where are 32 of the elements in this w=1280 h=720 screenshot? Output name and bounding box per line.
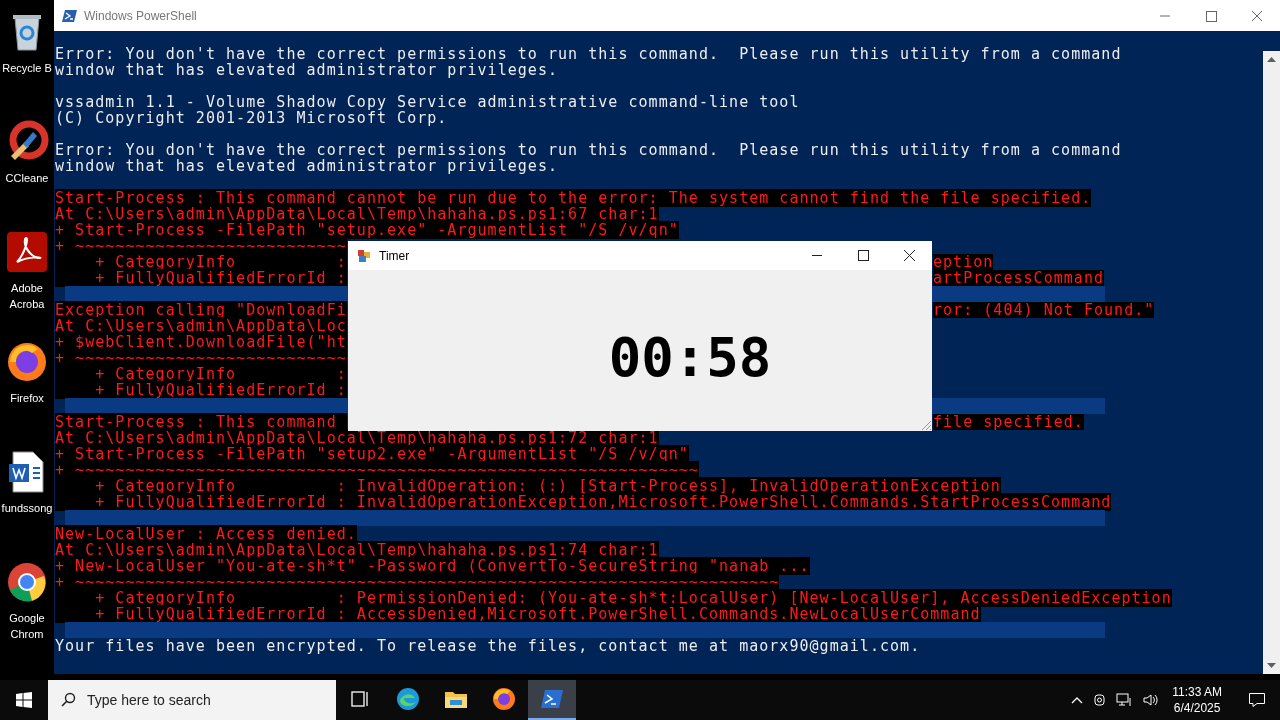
- clock-date[interactable]: 6/4/2025: [1173, 700, 1221, 716]
- console-line: Error: You don't have the correct permissions to run this command. Please run this utility from a command: [55, 141, 1122, 159]
- icon-label: Google Chrom: [8, 611, 46, 642]
- powershell-icon: [62, 7, 78, 24]
- pdf-icon[interactable]: [5, 230, 49, 274]
- console-line: window that has elevated administrator privileges.: [55, 157, 559, 175]
- search-field[interactable]: Type here to search: [48, 680, 336, 720]
- notification-icon[interactable]: [1248, 691, 1266, 709]
- console-line: vssadmin 1.1 - Volume Shadow Copy Service administrative command-line tool: [55, 93, 800, 111]
- icon-label: Recycle B: [1, 61, 53, 76]
- browser-icon: [395, 686, 421, 712]
- browser-icon: [491, 686, 517, 712]
- icon-label: CCleane: [4, 171, 50, 186]
- scrollbar[interactable]: [1263, 51, 1280, 674]
- resize-grip-icon[interactable]: [920, 419, 932, 431]
- window-title: Timer: [379, 248, 410, 263]
- icon-label: fundssong: [0, 501, 54, 516]
- icon-label: Firefox: [9, 391, 45, 406]
- countdown-display: 00:58: [608, 326, 772, 389]
- start-icon[interactable]: [16, 692, 32, 708]
- console-line: Your files have been encrypted. To release the files, contact me at maorx90@gmail.com.: [55, 637, 921, 655]
- browser-icon[interactable]: [5, 340, 49, 384]
- icon-label: Adobe Acroba: [8, 281, 46, 312]
- window-title: Windows PowerShell: [84, 8, 197, 23]
- search-icon: [60, 692, 76, 708]
- clock-time[interactable]: 11:33 AM: [1172, 684, 1222, 700]
- browser-icon[interactable]: [5, 560, 49, 604]
- speaker-icon[interactable]: [1142, 692, 1161, 708]
- console-line: Error: You don't have the correct permissions to run this command. Please run this utility from a command: [55, 45, 1122, 63]
- console-line: window that has elevated administrator privileges.: [55, 61, 559, 79]
- app-icon: [357, 248, 371, 263]
- console-line: (C) Copyright 2001-2013 Microsoft Corp.: [55, 109, 448, 127]
